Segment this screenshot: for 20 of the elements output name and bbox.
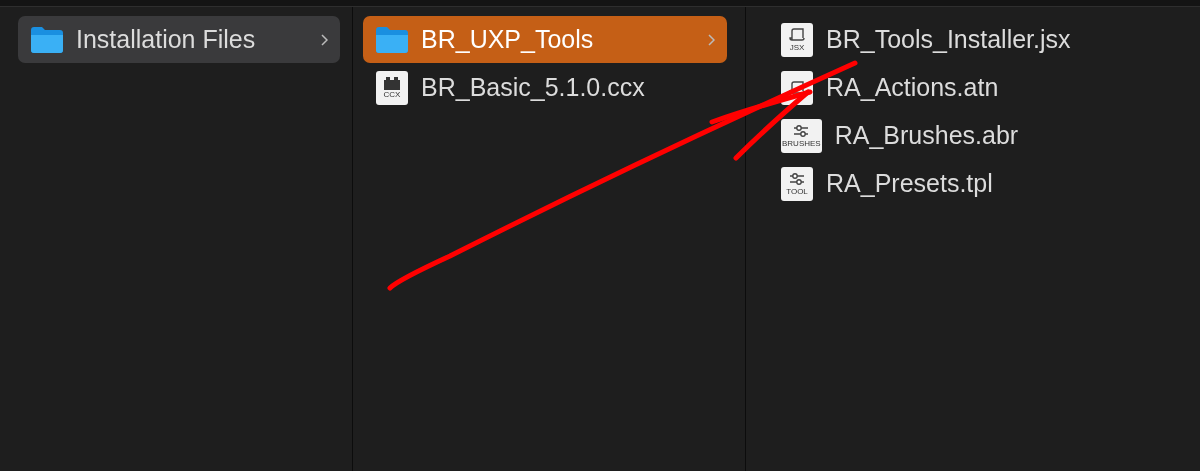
file-row[interactable]: CCX BR_Basic_5.1.0.ccx: [363, 64, 727, 111]
file-row[interactable]: BRUSHES RA_Brushes.abr: [768, 112, 1188, 159]
file-row[interactable]: RA_Actions.atn: [768, 64, 1188, 111]
folder-icon: [30, 25, 64, 54]
file-row[interactable]: BR_UXP_Tools: [363, 16, 727, 63]
file-name: BR_Tools_Installer.jsx: [826, 25, 1072, 54]
file-name: RA_Presets.tpl: [826, 169, 994, 198]
file-row[interactable]: Installation Files: [18, 16, 340, 63]
file-name: BR_UXP_Tools: [421, 25, 595, 54]
sliders-file-icon: TOOL: [781, 166, 813, 201]
file-name: RA_Actions.atn: [826, 73, 1000, 102]
file-row[interactable]: JSX BR_Tools_Installer.jsx: [768, 16, 1188, 63]
scroll-file-icon: JSX: [781, 22, 813, 57]
file-name: BR_Basic_5.1.0.ccx: [421, 73, 646, 102]
file-name: RA_Brushes.abr: [834, 121, 1020, 150]
brick-file-icon: CCX: [376, 70, 408, 105]
folder-icon: [375, 25, 409, 54]
file-name: Installation Files: [76, 25, 257, 54]
sliders-file-icon: BRUSHES: [781, 118, 822, 153]
file-row[interactable]: TOOL RA_Presets.tpl: [768, 160, 1188, 207]
